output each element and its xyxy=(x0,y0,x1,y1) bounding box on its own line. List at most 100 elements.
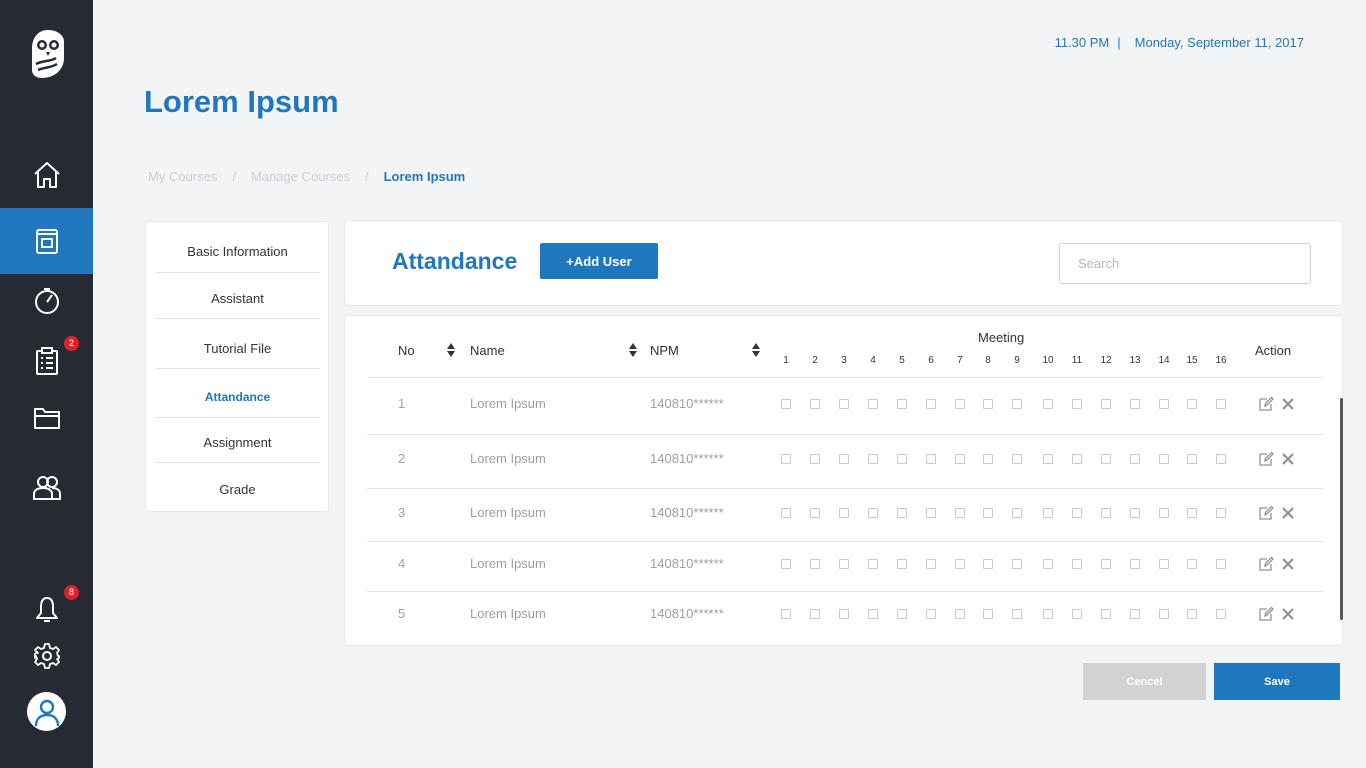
attendance-checkbox[interactable] xyxy=(781,454,791,464)
attendance-checkbox[interactable] xyxy=(810,454,820,464)
attendance-checkbox[interactable] xyxy=(1130,508,1140,518)
attendance-checkbox[interactable] xyxy=(1159,454,1169,464)
attendance-checkbox[interactable] xyxy=(839,399,849,409)
user-avatar[interactable] xyxy=(27,692,66,731)
attendance-checkbox[interactable] xyxy=(926,454,936,464)
attendance-checkbox[interactable] xyxy=(810,508,820,518)
attendance-checkbox[interactable] xyxy=(1101,609,1111,619)
attendance-checkbox[interactable] xyxy=(868,508,878,518)
table-scrollbar[interactable] xyxy=(1340,398,1343,620)
attendance-checkbox[interactable] xyxy=(1012,559,1022,569)
attendance-checkbox[interactable] xyxy=(955,609,965,619)
attendance-checkbox[interactable] xyxy=(1216,454,1226,464)
attendance-checkbox[interactable] xyxy=(1012,609,1022,619)
nav-home[interactable] xyxy=(0,142,93,208)
attendance-checkbox[interactable] xyxy=(868,454,878,464)
nav-files[interactable] xyxy=(0,384,93,450)
menu-item-assistant[interactable]: Assistant xyxy=(155,291,320,306)
nav-settings[interactable] xyxy=(0,623,93,689)
nav-users[interactable] xyxy=(0,454,93,520)
attendance-checkbox[interactable] xyxy=(1159,508,1169,518)
attendance-checkbox[interactable] xyxy=(868,559,878,569)
attendance-checkbox[interactable] xyxy=(1187,609,1197,619)
nav-timer[interactable] xyxy=(0,268,93,334)
edit-icon[interactable] xyxy=(1258,556,1274,572)
nav-courses[interactable] xyxy=(0,208,93,274)
attendance-checkbox[interactable] xyxy=(926,559,936,569)
sort-no-icon[interactable] xyxy=(446,342,456,358)
attendance-checkbox[interactable] xyxy=(897,609,907,619)
attendance-checkbox[interactable] xyxy=(983,508,993,518)
attendance-checkbox[interactable] xyxy=(955,454,965,464)
attendance-checkbox[interactable] xyxy=(926,399,936,409)
search-input[interactable] xyxy=(1059,243,1311,284)
attendance-checkbox[interactable] xyxy=(1130,559,1140,569)
attendance-checkbox[interactable] xyxy=(926,508,936,518)
sort-name-icon[interactable] xyxy=(628,342,638,358)
attendance-checkbox[interactable] xyxy=(983,399,993,409)
menu-item-assignment[interactable]: Assignment xyxy=(155,435,320,450)
attendance-checkbox[interactable] xyxy=(1101,508,1111,518)
attendance-checkbox[interactable] xyxy=(1101,399,1111,409)
attendance-checkbox[interactable] xyxy=(897,399,907,409)
attendance-checkbox[interactable] xyxy=(1043,559,1053,569)
attendance-checkbox[interactable] xyxy=(983,559,993,569)
attendance-checkbox[interactable] xyxy=(810,609,820,619)
attendance-checkbox[interactable] xyxy=(897,454,907,464)
delete-icon[interactable] xyxy=(1280,396,1296,412)
attendance-checkbox[interactable] xyxy=(955,508,965,518)
attendance-checkbox[interactable] xyxy=(1187,454,1197,464)
attendance-checkbox[interactable] xyxy=(1012,508,1022,518)
add-user-button[interactable]: +Add User xyxy=(540,243,658,279)
attendance-checkbox[interactable] xyxy=(810,399,820,409)
menu-item-tutorial-file[interactable]: Tutorial File xyxy=(155,341,320,356)
attendance-checkbox[interactable] xyxy=(781,399,791,409)
edit-icon[interactable] xyxy=(1258,505,1274,521)
delete-icon[interactable] xyxy=(1280,505,1296,521)
attendance-checkbox[interactable] xyxy=(955,399,965,409)
attendance-checkbox[interactable] xyxy=(1072,454,1082,464)
attendance-checkbox[interactable] xyxy=(1072,609,1082,619)
attendance-checkbox[interactable] xyxy=(810,559,820,569)
attendance-checkbox[interactable] xyxy=(1043,399,1053,409)
attendance-checkbox[interactable] xyxy=(1101,559,1111,569)
attendance-checkbox[interactable] xyxy=(1101,454,1111,464)
attendance-checkbox[interactable] xyxy=(781,609,791,619)
attendance-checkbox[interactable] xyxy=(1159,609,1169,619)
delete-icon[interactable] xyxy=(1280,606,1296,622)
edit-icon[interactable] xyxy=(1258,396,1274,412)
edit-icon[interactable] xyxy=(1258,606,1274,622)
attendance-checkbox[interactable] xyxy=(897,508,907,518)
attendance-checkbox[interactable] xyxy=(1043,454,1053,464)
attendance-checkbox[interactable] xyxy=(983,454,993,464)
attendance-checkbox[interactable] xyxy=(955,559,965,569)
attendance-checkbox[interactable] xyxy=(1130,454,1140,464)
attendance-checkbox[interactable] xyxy=(839,508,849,518)
attendance-checkbox[interactable] xyxy=(1187,508,1197,518)
attendance-checkbox[interactable] xyxy=(1187,559,1197,569)
edit-icon[interactable] xyxy=(1258,451,1274,467)
delete-icon[interactable] xyxy=(1280,451,1296,467)
save-button[interactable]: Save xyxy=(1214,663,1340,700)
attendance-checkbox[interactable] xyxy=(868,399,878,409)
attendance-checkbox[interactable] xyxy=(781,508,791,518)
attendance-checkbox[interactable] xyxy=(1159,559,1169,569)
cancel-button[interactable]: Cencel xyxy=(1083,663,1206,700)
attendance-checkbox[interactable] xyxy=(839,609,849,619)
attendance-checkbox[interactable] xyxy=(781,559,791,569)
menu-item-grade[interactable]: Grade xyxy=(155,482,320,497)
attendance-checkbox[interactable] xyxy=(1072,508,1082,518)
attendance-checkbox[interactable] xyxy=(868,609,878,619)
attendance-checkbox[interactable] xyxy=(1072,399,1082,409)
attendance-checkbox[interactable] xyxy=(1216,609,1226,619)
breadcrumb-manage-courses[interactable]: Manage Courses xyxy=(251,169,350,184)
attendance-checkbox[interactable] xyxy=(1012,399,1022,409)
menu-item-basic-information[interactable]: Basic Information xyxy=(155,244,320,259)
attendance-checkbox[interactable] xyxy=(1216,399,1226,409)
attendance-checkbox[interactable] xyxy=(1216,508,1226,518)
attendance-checkbox[interactable] xyxy=(1043,508,1053,518)
attendance-checkbox[interactable] xyxy=(1130,399,1140,409)
sort-npm-icon[interactable] xyxy=(751,342,761,358)
attendance-checkbox[interactable] xyxy=(1130,609,1140,619)
breadcrumb-my-courses[interactable]: My Courses xyxy=(148,169,217,184)
